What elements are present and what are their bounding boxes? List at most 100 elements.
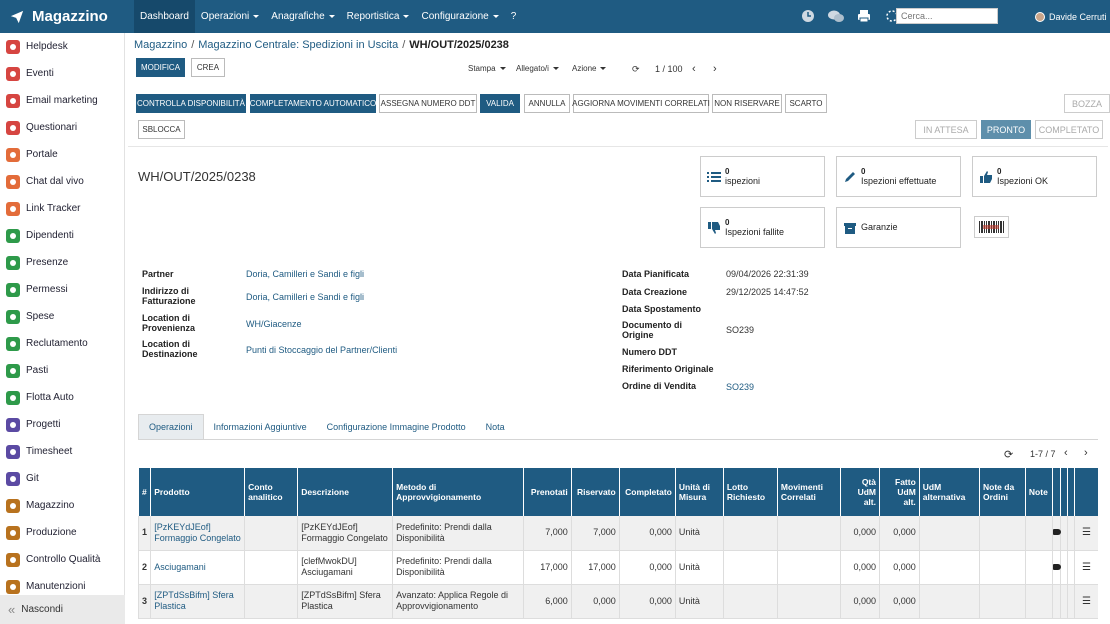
field-sale-order[interactable]: SO239 [726,382,754,392]
sidebar-item-spese[interactable]: Spese [0,303,125,330]
cell-details[interactable]: ☰ [1073,584,1098,619]
unreserve-button[interactable]: NON RISERVARE [712,94,782,113]
scrap-button[interactable]: SCARTO [785,94,827,113]
cell-details[interactable]: ☰ [1073,550,1098,585]
user-menu[interactable]: Davide Cerruti [1035,0,1107,33]
menu-help[interactable]: ? [505,0,523,33]
sidebar-collapse-button[interactable]: « Nascondi [0,595,125,624]
tab-operazioni[interactable]: Operazioni [138,414,204,440]
warranties-button[interactable]: Garanzie [836,207,961,248]
col-uom-alt[interactable]: UdM alternativa [918,468,980,516]
sidebar-item-progetti[interactable]: Progetti [0,411,125,438]
unlock-button[interactable]: SBLOCCA [138,120,185,139]
menu-anagrafiche[interactable]: Anagrafiche [265,0,340,33]
table-next-icon[interactable]: › [1084,447,1088,459]
cell-tag[interactable] [1052,516,1062,551]
update-moves-button[interactable]: AGGIORNA MOVIMENTI CORRELATI [572,94,710,113]
field-source-location[interactable]: WH/Giacenze [246,319,302,329]
sidebar-item-helpdesk[interactable]: Helpdesk [0,33,125,60]
breadcrumb-operation-type[interactable]: Magazzino Centrale: Spedizioni in Uscita [198,39,398,51]
table-refresh-icon[interactable]: ⟳ [1004,448,1013,461]
sidebar-item-questionari[interactable]: Questionari [0,114,125,141]
inspections-done-button[interactable]: 0 Ispezioni effettuate [836,156,961,197]
col-completato[interactable]: Completato [618,468,676,516]
col-lot[interactable]: Lotto Richiesto [722,468,778,516]
tab-configurazione-immagine[interactable]: Configurazione Immagine Prodotto [317,414,476,440]
col-description[interactable]: Descrizione [297,468,393,516]
field-billing-address[interactable]: Doria, Camilleri e Sandi e figli [246,292,364,302]
table-row[interactable]: 1 [PzKEYdJEof] Formaggio Congelato [PzKEYd… [137,516,1098,551]
barcode-icon[interactable] [974,216,1009,238]
sidebar-item-permessi[interactable]: Permessi [0,276,125,303]
menu-configurazione[interactable]: Configurazione [415,0,504,33]
edit-button[interactable]: MODIFICA [136,58,185,77]
col-analytic-account[interactable]: Conto analitico [244,468,298,516]
col-product[interactable]: Prodotto [150,468,245,516]
validate-button[interactable]: VALIDA [480,94,520,113]
cell-product[interactable]: [PzKEYdJEof] Formaggio Congelato [150,516,245,551]
field-origin-document[interactable]: SO239 [726,325,754,335]
sidebar-item-controllo-qualit-[interactable]: Controllo Qualità [0,546,125,573]
stage-waiting[interactable]: IN ATTESA [915,120,977,139]
table-row[interactable]: 2 Asciugamani [clefMwokDU] Asciugamani Pred… [137,550,1098,585]
sidebar-item-email-marketing[interactable]: Email marketing [0,87,125,114]
sidebar-item-chat-dal-vivo[interactable]: Chat dal vivo [0,168,125,195]
clock-icon[interactable] [800,8,816,24]
sidebar-item-eventi[interactable]: Eventi [0,60,125,87]
pager-prev-icon[interactable]: ‹ [692,63,696,75]
sidebar-item-presenze[interactable]: Presenze [0,249,125,276]
inspections-ok-button[interactable]: 0 Ispezioni OK [972,156,1097,197]
sidebar-item-reclutamento[interactable]: Reclutamento [0,330,125,357]
search-input[interactable] [896,8,998,24]
tab-nota[interactable]: Nota [476,414,515,440]
action-dropdown[interactable]: Azione [572,64,607,73]
assign-ddt-button[interactable]: ASSEGNA NUMERO DDT [379,94,477,113]
cell-product[interactable]: Asciugamani [150,550,245,585]
menu-reportistica[interactable]: Reportistica [341,0,416,33]
create-button[interactable]: CREA [191,58,225,77]
inspections-failed-button[interactable]: 0 Ispezioni fallite [700,207,825,248]
stage-done[interactable]: COMPLETATO [1035,120,1103,139]
stage-draft[interactable]: BOZZA [1064,94,1110,113]
sidebar-item-pasti[interactable]: Pasti [0,357,125,384]
auto-complete-button[interactable]: COMPLETAMENTO AUTOMATICO [250,94,376,113]
cell-tag[interactable] [1052,584,1061,619]
table-prev-icon[interactable]: ‹ [1064,447,1068,459]
print-dropdown[interactable]: Stampa [468,64,506,73]
app-brand[interactable]: Magazzino [0,0,128,33]
field-destination-location[interactable]: Punti di Stoccaggio del Partner/Clienti [246,345,397,355]
tab-informazioni-aggiuntive[interactable]: Informazioni Aggiuntive [204,414,317,440]
col-notes[interactable]: Note [1024,468,1053,516]
col-order-notes[interactable]: Note da Ordini [979,468,1026,516]
field-scheduled-date[interactable]: 09/04/2026 22:31:39 [726,269,809,279]
cell-details[interactable]: ☰ [1073,516,1098,551]
sidebar-item-timesheet[interactable]: Timesheet [0,438,125,465]
col-related-moves[interactable]: Movimenti Correlati [776,468,841,516]
col-prenotati[interactable]: Prenotati [522,468,572,516]
field-creation-date[interactable]: 29/12/2025 14:47:52 [726,287,809,297]
sidebar-item-portale[interactable]: Portale [0,141,125,168]
col-done-alt[interactable]: Fatto UdM alt. [878,468,920,516]
sidebar-item-flotta-auto[interactable]: Flotta Auto [0,384,125,411]
attachment-dropdown[interactable]: Allegato/i [516,64,559,73]
stage-ready[interactable]: PRONTO [981,120,1031,139]
sidebar-item-dipendenti[interactable]: Dipendenti [0,222,125,249]
pager-next-icon[interactable]: › [713,63,717,75]
menu-dashboard[interactable]: Dashboard [134,0,195,33]
sidebar-item-link-tracker[interactable]: Link Tracker [0,195,125,222]
table-row[interactable]: 3 [ZPTdSsBifm] Sfera Plastica [ZPTdSsBifm]… [137,584,1098,619]
breadcrumb-magazzino[interactable]: Magazzino [134,39,187,51]
chat-icon[interactable] [828,8,844,24]
print-icon[interactable] [856,8,872,24]
col-qty-alt[interactable]: Qtà UdM alt. [840,468,880,516]
sidebar-item-produzione[interactable]: Produzione [0,519,125,546]
sidebar-item-git[interactable]: Git [0,465,125,492]
check-availability-button[interactable]: CONTROLLA DISPONIBILITÀ [136,94,246,113]
menu-operazioni[interactable]: Operazioni [195,0,265,33]
refresh-icon[interactable]: ⟳ [632,64,640,75]
cancel-button[interactable]: ANNULLA [524,94,570,113]
inspections-button[interactable]: 0 ispezioni [700,156,825,197]
cell-tag[interactable] [1052,550,1062,585]
sidebar-item-magazzino[interactable]: Magazzino [0,492,125,519]
col-riservato[interactable]: Riservato [570,468,620,516]
